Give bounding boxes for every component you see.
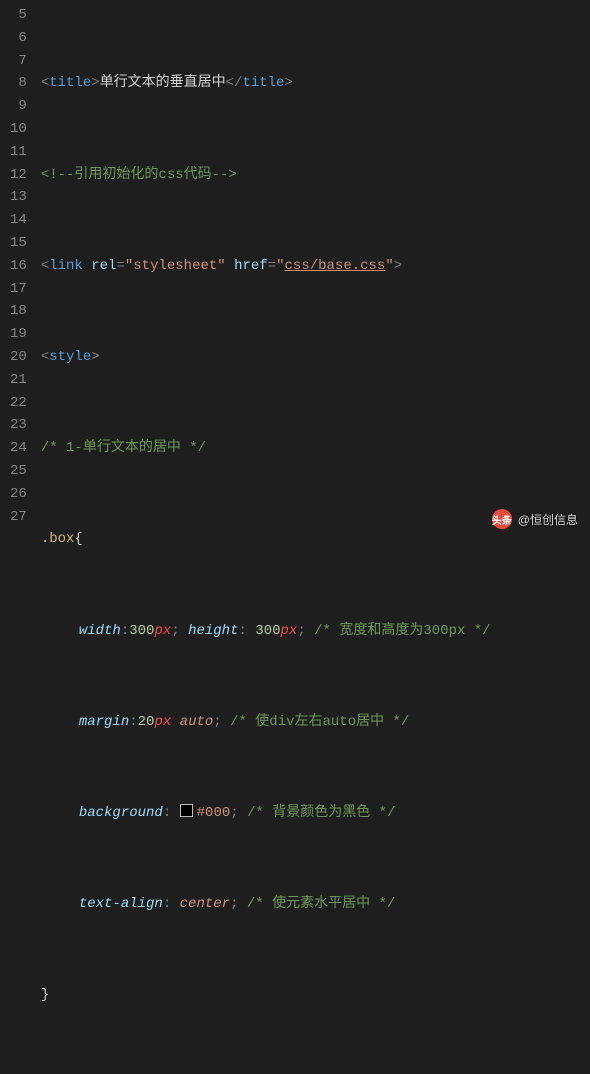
code-line: .box{ <box>41 528 491 551</box>
line-number: 16 <box>10 255 27 278</box>
line-number: 9 <box>10 95 27 118</box>
line-number: 6 <box>10 27 27 50</box>
line-number: 20 <box>10 346 27 369</box>
watermark-logo-icon: 头条 <box>492 509 512 529</box>
line-number: 10 <box>10 118 27 141</box>
watermark: 头条 @恒创信息 <box>492 509 578 529</box>
code-line: text-align: center; /* 使元素水平居中 */ <box>41 893 491 916</box>
code-line: /* 1-单行文本的居中 */ <box>41 437 491 460</box>
code-line: <style> <box>41 346 491 369</box>
color-swatch-icon <box>180 804 193 817</box>
code-line: <link rel="stylesheet" href="css/base.cs… <box>41 255 491 278</box>
line-number: 8 <box>10 72 27 95</box>
code-line: } <box>41 984 491 1007</box>
line-number: 14 <box>10 209 27 232</box>
line-number: 17 <box>10 278 27 301</box>
code-line: width:300px; height: 300px; /* 宽度和高度为300… <box>41 620 491 643</box>
line-number: 23 <box>10 414 27 437</box>
line-number: 18 <box>10 300 27 323</box>
line-number: 19 <box>10 323 27 346</box>
code-line: background: #000; /* 背景颜色为黑色 */ <box>41 802 491 825</box>
line-number: 11 <box>10 141 27 164</box>
line-number: 24 <box>10 437 27 460</box>
line-number: 7 <box>10 50 27 73</box>
line-number: 27 <box>10 506 27 529</box>
watermark-text: @恒创信息 <box>518 511 578 528</box>
line-number: 21 <box>10 369 27 392</box>
line-number: 5 <box>10 4 27 27</box>
code-line: margin:20px auto; /* 使div左右auto居中 */ <box>41 711 491 734</box>
line-number: 25 <box>10 460 27 483</box>
code-editor: 5 6 7 8 9 10 11 12 13 14 15 16 17 18 19 … <box>0 0 590 537</box>
line-number: 15 <box>10 232 27 255</box>
code-line: <title>单行文本的垂直居中</title> <box>41 72 491 95</box>
code-line: <!--引用初始化的css代码--> <box>41 164 491 187</box>
line-number: 26 <box>10 483 27 506</box>
line-gutter: 5 6 7 8 9 10 11 12 13 14 15 16 17 18 19 … <box>0 0 41 537</box>
line-number: 22 <box>10 392 27 415</box>
line-number: 13 <box>10 186 27 209</box>
line-number: 12 <box>10 164 27 187</box>
code-area[interactable]: <title>单行文本的垂直居中</title> <!--引用初始化的css代码… <box>41 0 491 537</box>
